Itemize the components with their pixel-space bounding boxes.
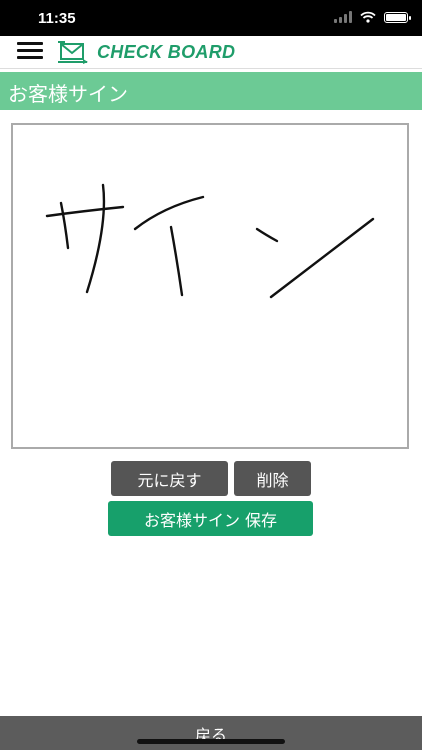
status-time: 11:35 (38, 10, 76, 27)
logo: CHECK BOARD (57, 40, 235, 64)
signature-canvas[interactable] (11, 123, 409, 449)
signal-icon (334, 11, 352, 23)
check-board-logo-icon (58, 41, 88, 64)
undo-button[interactable]: 元に戻す (111, 461, 228, 496)
delete-button[interactable]: 削除 (234, 461, 311, 496)
home-indicator (137, 739, 285, 744)
app-header: CHECK BOARD (0, 36, 422, 69)
status-icons (334, 11, 411, 23)
page-title: お客様サイン (8, 82, 128, 106)
signature-strokes (45, 183, 375, 299)
save-signature-button[interactable]: お客様サイン 保存 (108, 501, 313, 536)
page-title-bar: お客様サイン (0, 72, 422, 110)
back-button[interactable]: 戻る (0, 716, 422, 750)
logo-text: CHECK BOARD (97, 41, 236, 62)
wifi-icon (360, 11, 376, 23)
hamburger-menu-icon[interactable] (17, 42, 43, 62)
battery-icon (384, 11, 411, 23)
status-bar: 11:35 (0, 0, 422, 36)
